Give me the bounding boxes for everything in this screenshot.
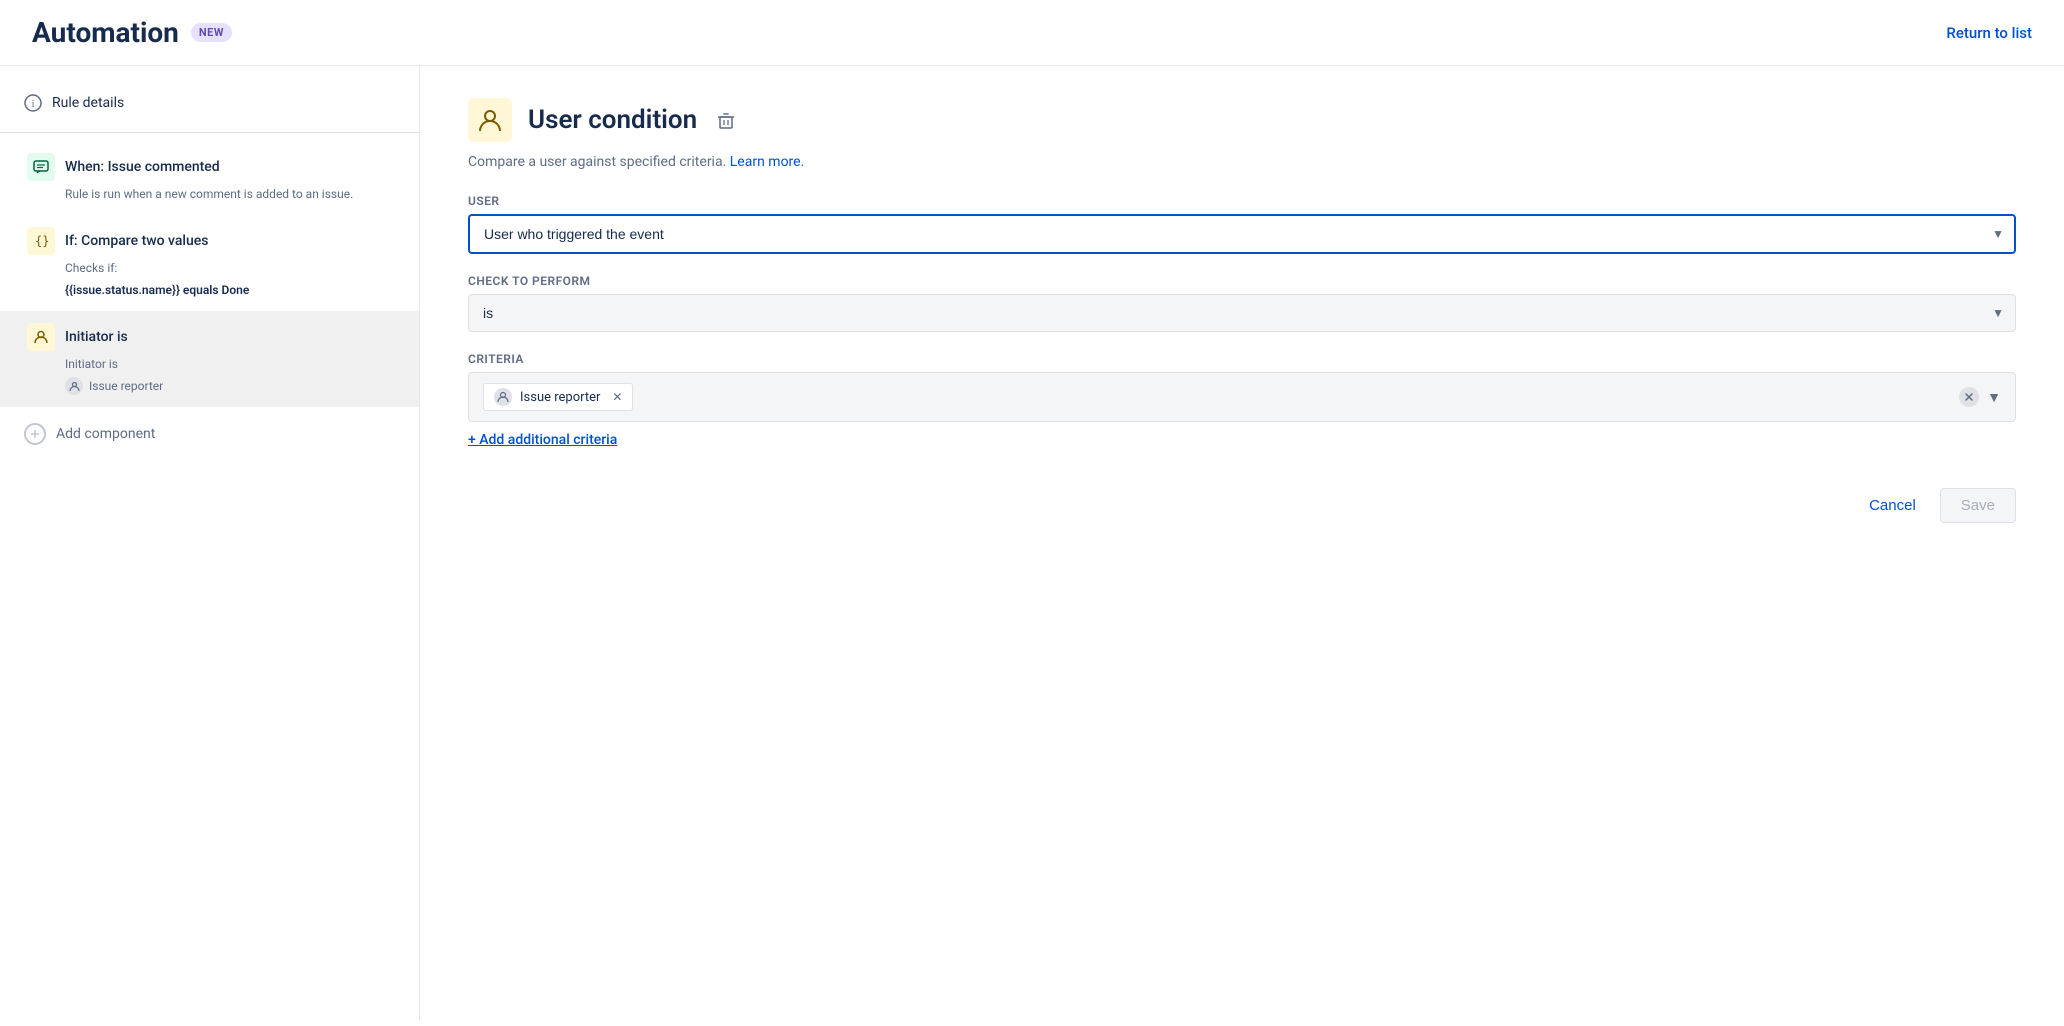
sidebar-item-header-if: {} If: Compare two values	[27, 227, 395, 255]
sidebar-item-sub-initiator: Issue reporter	[27, 377, 395, 395]
criteria-field-label: Criteria	[468, 352, 2016, 366]
criteria-tag: Issue reporter ✕	[483, 383, 633, 411]
trash-icon-svg	[717, 112, 735, 130]
sidebar-rule-details[interactable]: i Rule details	[0, 82, 419, 124]
user-field-group: User User who triggered the event ▼	[468, 194, 2016, 254]
content-description: Compare a user against specified criteri…	[468, 154, 2016, 170]
user-select[interactable]: User who triggered the event	[468, 214, 2016, 254]
criteria-box: Issue reporter ✕ ▼	[468, 372, 2016, 422]
app-header: Automation NEW Return to list	[0, 0, 2064, 66]
content-title: User condition	[528, 105, 697, 135]
sidebar-item-header-initiator: Initiator is	[27, 323, 395, 351]
learn-more-link[interactable]: Learn more.	[730, 154, 805, 170]
criteria-tag-label: Issue reporter	[520, 390, 600, 405]
new-badge: NEW	[191, 23, 232, 42]
sidebar-item-desc-if-prefix: Checks if:	[27, 259, 395, 277]
rule-details-label: Rule details	[52, 95, 124, 111]
sidebar-item-title-if: If: Compare two values	[65, 233, 209, 249]
code-icon: {}	[33, 233, 49, 249]
code-icon-box: {}	[27, 227, 55, 255]
main-layout: i Rule details When: Issue commented Rul…	[0, 66, 2064, 1020]
user-icon	[33, 329, 49, 345]
return-to-list-link[interactable]: Return to list	[1946, 24, 2032, 42]
user-field-label: User	[468, 194, 2016, 208]
comment-icon	[33, 159, 49, 175]
criteria-clear-button[interactable]	[1959, 387, 1979, 407]
svg-text:i: i	[32, 99, 35, 110]
sidebar-item-title-initiator: Initiator is	[65, 329, 128, 345]
add-component[interactable]: Add component	[0, 407, 419, 461]
info-icon: i	[24, 94, 42, 112]
sidebar-item-desc-if-bold: {{issue.status.name}} equals Done	[27, 281, 395, 299]
sidebar-item-desc-initiator-prefix: Initiator is	[27, 355, 395, 373]
delete-icon[interactable]	[717, 110, 735, 130]
check-select-wrapper: is ▼	[468, 294, 2016, 332]
criteria-field-group: Criteria Issue reporter ✕	[468, 352, 2016, 448]
sidebar-item-title-when: When: Issue commented	[65, 159, 220, 175]
sidebar-item-if-compare[interactable]: {} If: Compare two values Checks if: {{i…	[0, 215, 419, 311]
app-title: Automation	[32, 16, 179, 49]
criteria-tag-user-icon	[494, 388, 512, 406]
sidebar-item-initiator-is[interactable]: Initiator is Initiator is Issue reporter	[0, 311, 419, 407]
content-header: User condition	[468, 98, 2016, 142]
add-component-label: Add component	[56, 426, 155, 442]
add-component-circle-icon	[24, 423, 46, 445]
sidebar-item-desc-when: Rule is run when a new comment is added …	[27, 185, 395, 203]
save-button[interactable]: Save	[1940, 488, 2016, 523]
sidebar-item-when-issue-commented[interactable]: When: Issue commented Rule is run when a…	[0, 141, 419, 215]
tag-user-icon	[497, 391, 509, 403]
title-group: Automation NEW	[32, 16, 232, 49]
form-actions: Cancel Save	[468, 488, 2016, 523]
criteria-dropdown-chevron[interactable]: ▼	[1987, 389, 2001, 406]
cancel-button[interactable]: Cancel	[1857, 489, 1928, 522]
sidebar: i Rule details When: Issue commented Rul…	[0, 66, 420, 1020]
criteria-actions: ▼	[1959, 387, 2001, 407]
content-area: User condition Compare a user against sp…	[420, 66, 2064, 1020]
sidebar-divider	[0, 132, 419, 133]
reporter-user-icon	[69, 381, 80, 392]
user-select-wrapper: User who triggered the event ▼	[468, 214, 2016, 254]
check-field-label: Check to perform	[468, 274, 2016, 288]
comment-icon-box	[27, 153, 55, 181]
plus-icon	[30, 429, 40, 439]
check-field-group: Check to perform is ▼	[468, 274, 2016, 332]
add-criteria-link[interactable]: + Add additional criteria	[468, 432, 617, 448]
svg-text:{}: {}	[35, 234, 49, 248]
content-user-icon	[477, 107, 503, 133]
content-icon-box	[468, 98, 512, 142]
criteria-tag-close-button[interactable]: ✕	[612, 390, 622, 404]
check-select[interactable]: is	[468, 294, 2016, 332]
sidebar-sub-text: Issue reporter	[89, 379, 163, 393]
clear-icon	[1964, 392, 1974, 402]
sidebar-item-header: When: Issue commented	[27, 153, 395, 181]
reporter-icon-small	[65, 377, 83, 395]
user-icon-box	[27, 323, 55, 351]
